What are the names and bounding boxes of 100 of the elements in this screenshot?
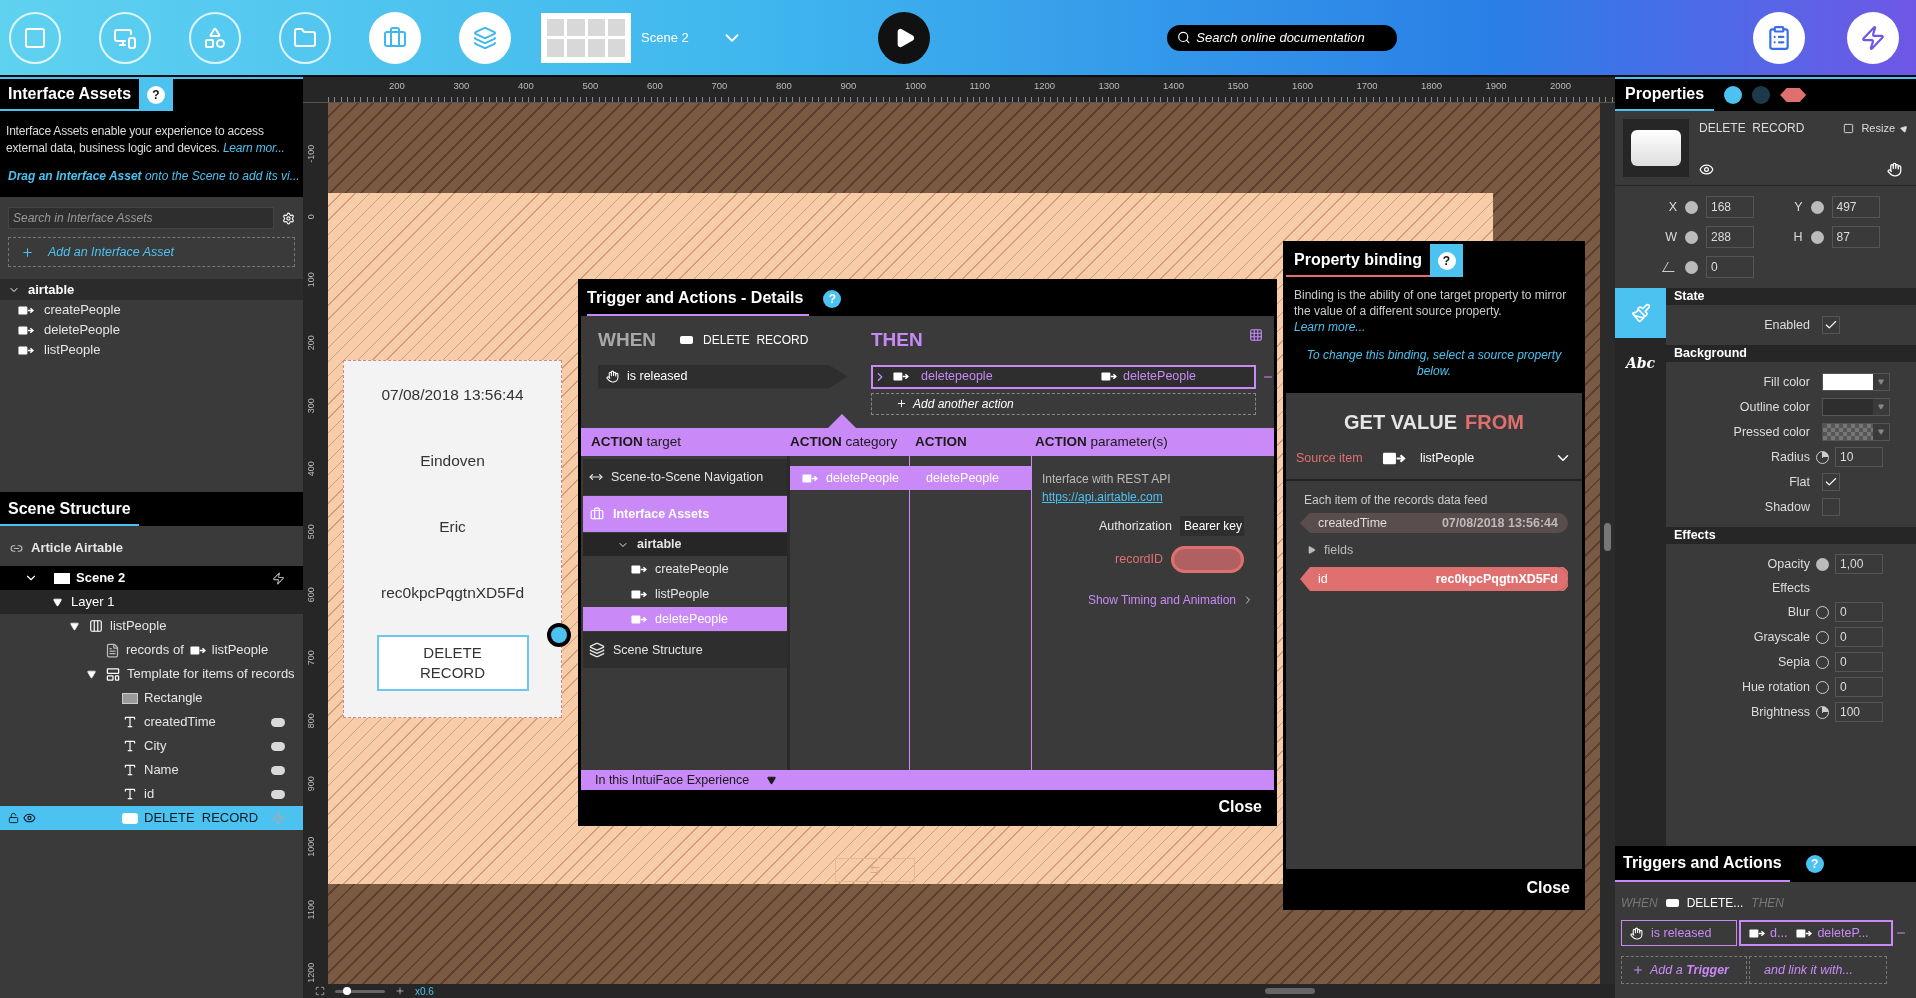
asset-item[interactable]: deletePeople	[0, 320, 303, 340]
close-button[interactable]: Close	[1218, 794, 1262, 819]
column-header: ACTION target	[590, 432, 683, 451]
timing-link[interactable]: Show Timing and Animation	[1087, 591, 1236, 609]
tree-item[interactable]: Rectangle	[0, 686, 303, 710]
action-row[interactable]: deletepeople deletePeople	[871, 364, 1256, 389]
number-field[interactable]: 288	[1706, 226, 1754, 248]
delete-record-button[interactable]: DELETE RECORD	[376, 635, 529, 691]
tree-item[interactable]: City	[0, 734, 303, 758]
source-selector[interactable]: Source item listPeople	[1286, 437, 1582, 481]
checkbox[interactable]	[1822, 498, 1840, 516]
tool-button[interactable]	[459, 11, 511, 64]
fit-icon[interactable]	[315, 986, 325, 996]
scope-dropdown[interactable]: In this IntuiFace Experience	[581, 770, 1274, 790]
unlock-icon[interactable]	[8, 812, 20, 824]
number-field[interactable]: 0	[1835, 627, 1883, 647]
eye-icon[interactable]	[1699, 162, 1714, 177]
dropdown-triangle-icon[interactable]	[1878, 379, 1884, 385]
ruler-label: 1500	[1227, 79, 1249, 93]
property-group[interactable]: fields	[1300, 541, 1568, 559]
learn-more-link[interactable]: Learn more...	[1294, 320, 1366, 334]
action-pill[interactable]: d... deleteP...	[1739, 920, 1893, 946]
lightning-button[interactable]	[1847, 11, 1899, 64]
side-tab[interactable]: Abc	[1615, 338, 1666, 388]
pie-icon	[1816, 450, 1829, 464]
search-field[interactable]: Search online documentation	[1196, 27, 1387, 48]
tool-button[interactable]	[369, 11, 421, 64]
dropdown-triangle-icon[interactable]	[1878, 429, 1884, 435]
tree-item[interactable]: Scene 2	[0, 566, 303, 590]
link-action-button[interactable]: and link it with...	[1749, 956, 1887, 984]
number-field[interactable]: 1,00	[1835, 554, 1883, 574]
search-field[interactable]: Search in Interface Assets	[13, 209, 269, 227]
asset-item[interactable]: createPeople	[0, 300, 303, 320]
tree-item[interactable]: Name	[0, 758, 303, 782]
search-box[interactable]: Search in Interface Assets	[8, 207, 274, 229]
add-trigger-button[interactable]: Add a Trigger	[1621, 956, 1747, 984]
checkbox[interactable]	[1822, 473, 1840, 491]
color-picker[interactable]	[1822, 398, 1890, 416]
target-item[interactable]: airtable	[583, 533, 787, 556]
help-icon[interactable]: ?	[1437, 251, 1456, 270]
parameter-field[interactable]: Bearer key	[1180, 516, 1244, 536]
dropdown-triangle-icon[interactable]	[1878, 404, 1884, 410]
resize-mode[interactable]: Resize	[1861, 119, 1895, 137]
expand-triangle-icon[interactable]	[87, 669, 96, 679]
panel-tab[interactable]: Triggers and Actions	[1615, 846, 1790, 882]
help-icon[interactable]: ?	[147, 86, 166, 104]
close-button[interactable]: Close	[1526, 876, 1570, 900]
horizontal-scrollbar[interactable]	[1265, 988, 1315, 994]
add-action-button[interactable]: Add another action	[871, 392, 1256, 415]
target-item[interactable]: listPeople	[583, 582, 787, 606]
target-item[interactable]: createPeople	[583, 557, 787, 581]
target-item[interactable]: Scene-to-Scene Navigation	[583, 459, 787, 495]
hand-icon	[606, 370, 619, 383]
number-field[interactable]: 0	[1835, 652, 1883, 672]
color-picker[interactable]	[1822, 373, 1890, 391]
number-field[interactable]: 100	[1835, 702, 1883, 722]
asset-group[interactable]: airtable	[0, 279, 303, 300]
tree-item[interactable]: listPeople	[0, 614, 303, 638]
expand-triangle-icon[interactable]	[70, 621, 79, 631]
tree-item[interactable]: Layer 1	[0, 590, 303, 614]
api-link[interactable]: https://api.airtable.com	[1042, 490, 1163, 504]
list-item-card[interactable]: 07/08/2018 13:56:44 Eindoven Eric rec0kpcPqgtnXD5Fd DELETE RECORD	[343, 360, 562, 718]
assets-icon	[383, 25, 407, 50]
asset-item[interactable]: listPeople	[0, 340, 303, 360]
scene-thumbnail[interactable]	[541, 12, 631, 63]
vertical-scrollbar[interactable]	[1600, 103, 1615, 984]
color-picker[interactable]	[1822, 423, 1890, 441]
number-field[interactable]: 0	[1706, 256, 1754, 278]
experience-name[interactable]: Article Airtable	[31, 538, 123, 558]
eye-icon[interactable]	[23, 811, 36, 825]
number-field[interactable]: 0	[1835, 602, 1883, 622]
tree-item[interactable]: Template for items of records	[0, 662, 303, 686]
tree-item[interactable]: DELETE RECORD	[0, 806, 303, 830]
settings-icon[interactable]	[282, 211, 295, 225]
ruler-label: 200	[389, 79, 405, 93]
checklist-button[interactable]	[1753, 11, 1805, 64]
binding-badge-icon[interactable]	[1780, 88, 1807, 102]
search-box[interactable]: Search online documentation	[1166, 24, 1397, 51]
number-field[interactable]: 168	[1706, 196, 1754, 218]
hand-icon[interactable]	[1887, 162, 1902, 177]
property-label: Fill color	[1762, 373, 1810, 391]
number-field[interactable]: 497	[1831, 196, 1880, 218]
number-field[interactable]: 0	[1835, 677, 1883, 697]
trigger-pill[interactable]: is released	[1621, 920, 1737, 946]
add-asset-button[interactable]: Add an Interface Asset	[8, 237, 295, 267]
tree-item[interactable]: createdTime	[0, 710, 303, 734]
table-icon[interactable]	[1248, 328, 1264, 342]
source-property[interactable]: createdTime 07/08/2018 13:56:44	[1300, 513, 1568, 533]
zoom-slider[interactable]	[335, 989, 385, 993]
tree-item[interactable]: id	[0, 782, 303, 806]
tree-item[interactable]: records of listPeople	[0, 638, 303, 662]
slider-thumb[interactable]	[343, 986, 352, 995]
zoom-in-icon[interactable]	[395, 986, 405, 996]
checkbox[interactable]	[1822, 316, 1840, 334]
binding-field[interactable]	[1171, 546, 1244, 573]
learn-more-link[interactable]: Learn mor...	[222, 141, 285, 155]
target-item[interactable]: Scene Structure	[583, 632, 787, 668]
number-field[interactable]: 10	[1835, 447, 1883, 467]
trigger-pill[interactable]: is released	[598, 364, 848, 389]
number-field[interactable]: 87	[1831, 226, 1880, 248]
